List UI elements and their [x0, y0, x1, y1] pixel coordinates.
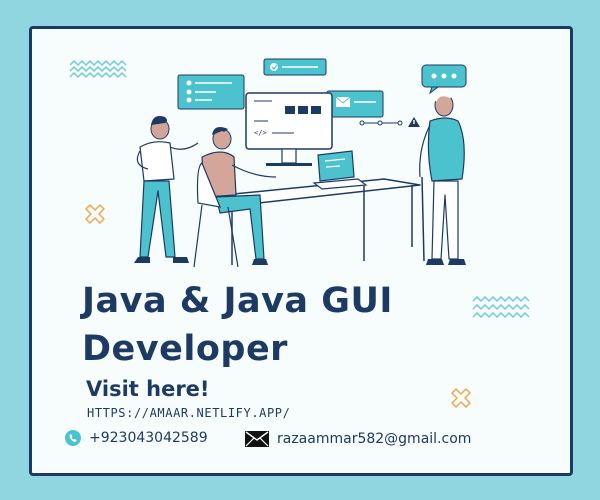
person-standing-left	[134, 116, 199, 263]
person-standing-right	[419, 93, 466, 265]
chat-bubble-icon	[421, 64, 467, 95]
mail-icon	[245, 431, 269, 447]
cross-decoration-right	[451, 388, 471, 408]
slider-decoration	[359, 120, 403, 126]
email-contact[interactable]: razaammar582@gmail.com	[245, 431, 471, 447]
page-title: Java & Java GUI Developer	[82, 281, 393, 369]
cross-decoration-left	[85, 204, 105, 224]
floating-card-left	[177, 74, 245, 110]
zigzag-decoration-top-left	[69, 59, 127, 79]
phone-number: +923043042589	[89, 430, 208, 446]
svg-text:</>: </>	[254, 129, 267, 137]
website-link[interactable]: HTTPS://AMAAR.NETLIFY.APP/	[87, 406, 290, 420]
floating-card-mail	[326, 90, 384, 118]
laptop	[312, 150, 368, 190]
phone-contact[interactable]: +923043042589	[65, 430, 208, 446]
warning-icon	[408, 117, 420, 127]
email-address: razaammar582@gmail.com	[277, 431, 472, 447]
phone-icon	[65, 430, 81, 446]
poster-card: </> Java & Java GUI Developer Visit here…	[29, 26, 573, 476]
floating-card-check	[263, 58, 327, 76]
visit-label: Visit here!	[86, 377, 210, 401]
